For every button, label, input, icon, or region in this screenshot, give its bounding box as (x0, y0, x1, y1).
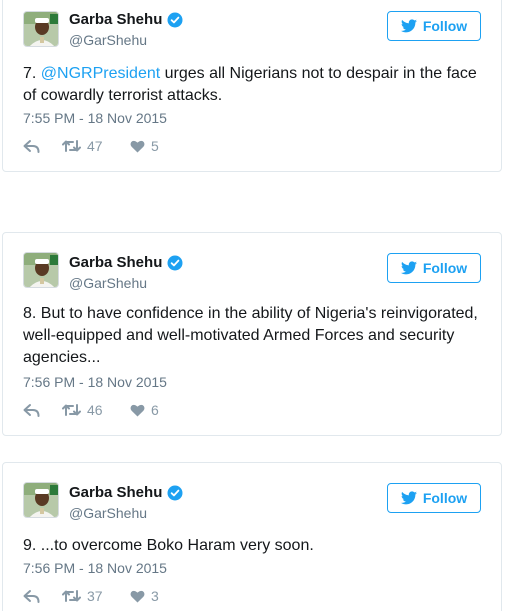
author-handle[interactable]: @GarShehu (69, 505, 147, 521)
heart-icon (130, 590, 145, 603)
follow-button[interactable]: Follow (387, 253, 481, 283)
tweet-card: Garba Shehu @GarShehu Follow 9. ...to ov… (2, 462, 502, 611)
verified-badge-icon (167, 485, 183, 501)
author-name-row: Garba Shehu (69, 11, 183, 28)
tweet-text: 7. @NGRPresident urges all Nigerians not… (23, 63, 483, 107)
like-count: 5 (151, 138, 159, 154)
follow-label: Follow (422, 18, 468, 34)
verified-badge-icon (167, 12, 183, 28)
reply-button[interactable] (23, 403, 40, 417)
tweet-number: 7. (23, 65, 41, 82)
tweet-timestamp[interactable]: 7:56 PM - 18 Nov 2015 (23, 374, 167, 390)
twitter-bird-icon (400, 491, 417, 505)
follow-label: Follow (422, 490, 468, 506)
follow-label: Follow (422, 260, 468, 276)
like-count: 3 (151, 588, 159, 604)
like-count: 6 (151, 402, 159, 418)
author-name[interactable]: Garba Shehu (69, 484, 162, 501)
avatar[interactable] (23, 252, 59, 288)
follow-button[interactable]: Follow (387, 483, 481, 513)
author-name-row: Garba Shehu (69, 254, 183, 271)
author-handle[interactable]: @GarShehu (69, 275, 147, 291)
reply-button[interactable] (23, 589, 40, 603)
reply-button[interactable] (23, 139, 40, 153)
twitter-bird-icon (400, 261, 417, 275)
tweet-card: Garba Shehu @GarShehu Follow 8. But to h… (2, 232, 502, 436)
like-button[interactable]: 3 (130, 588, 159, 604)
author-name[interactable]: Garba Shehu (69, 11, 162, 28)
tweet-text: 8. But to have confidence in the ability… (23, 305, 478, 366)
retweet-button[interactable]: 46 (62, 402, 108, 418)
retweet-icon (62, 139, 81, 153)
retweet-count: 46 (87, 402, 103, 418)
avatar[interactable] (23, 482, 59, 518)
follow-button[interactable]: Follow (387, 11, 481, 41)
heart-icon (130, 140, 145, 153)
tweet-feed: Garba Shehu @GarShehu Follow 7. @NGRPres… (0, 0, 509, 611)
tweet-timestamp[interactable]: 7:55 PM - 18 Nov 2015 (23, 110, 167, 126)
tweet-timestamp[interactable]: 7:56 PM - 18 Nov 2015 (23, 560, 167, 576)
reply-arrow-icon (23, 139, 40, 153)
retweet-icon (62, 403, 81, 417)
like-button[interactable]: 5 (130, 138, 159, 154)
reply-arrow-icon (23, 403, 40, 417)
retweet-button[interactable]: 37 (62, 588, 108, 604)
author-handle[interactable]: @GarShehu (69, 32, 147, 48)
retweet-count: 37 (87, 588, 103, 604)
twitter-bird-icon (400, 19, 417, 33)
like-button[interactable]: 6 (130, 402, 159, 418)
retweet-count: 47 (87, 138, 103, 154)
heart-icon (130, 404, 145, 417)
tweet-actions: 46 6 (23, 402, 159, 418)
reply-arrow-icon (23, 589, 40, 603)
avatar[interactable] (23, 11, 59, 47)
tweet-actions: 37 3 (23, 588, 159, 604)
tweet-card: Garba Shehu @GarShehu Follow 7. @NGRPres… (2, 0, 502, 172)
mention-link[interactable]: @NGRPresident (41, 65, 160, 82)
author-name[interactable]: Garba Shehu (69, 254, 162, 271)
verified-badge-icon (167, 255, 183, 271)
author-name-row: Garba Shehu (69, 484, 183, 501)
tweet-actions: 47 5 (23, 138, 159, 154)
retweet-button[interactable]: 47 (62, 138, 108, 154)
tweet-text: 9. ...to overcome Boko Haram very soon. (23, 537, 314, 554)
retweet-icon (62, 589, 81, 603)
